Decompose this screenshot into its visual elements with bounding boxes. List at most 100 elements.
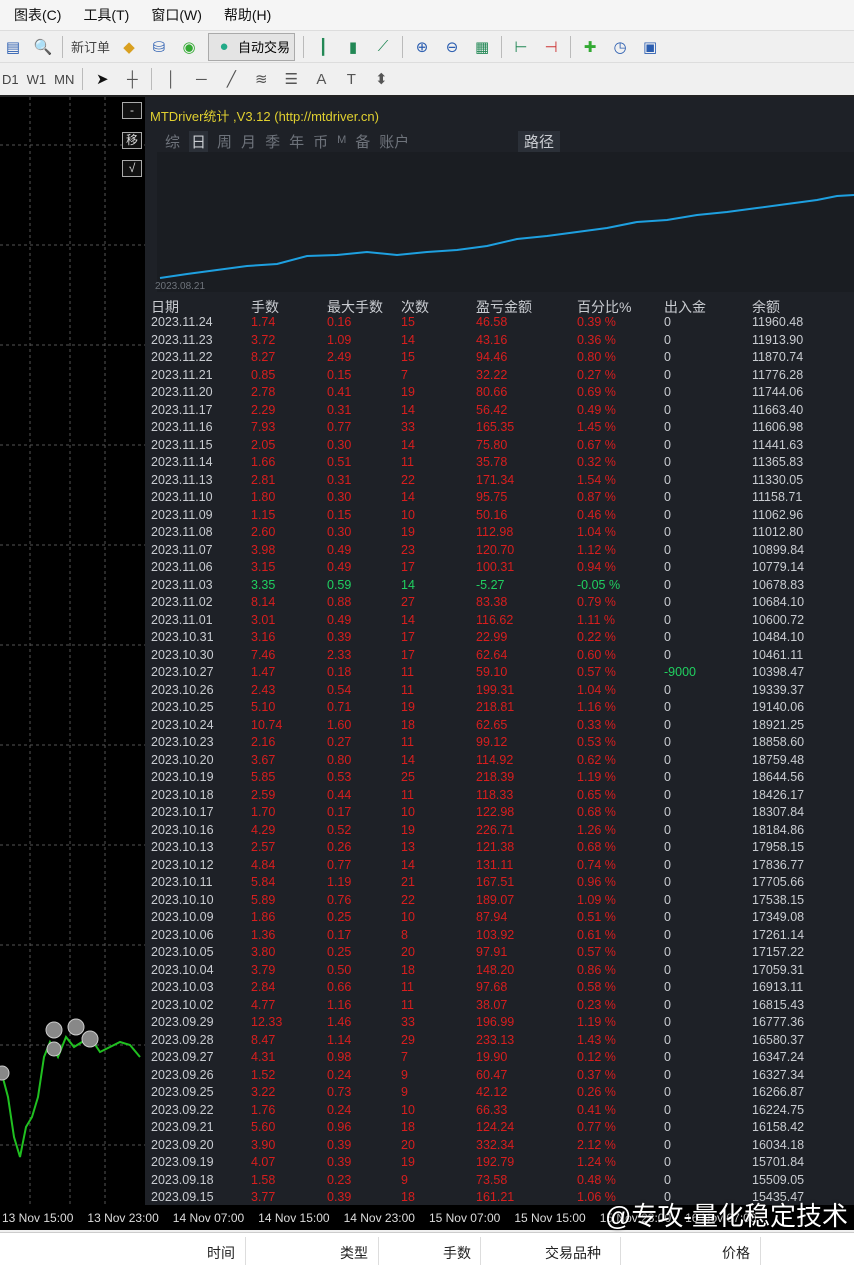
chart-shift-icon[interactable]: ⊢	[510, 36, 532, 58]
minimize-button[interactable]: -	[122, 102, 142, 119]
horizontal-line-icon[interactable]: ─	[190, 68, 212, 90]
col-symbol[interactable]: 交易品种	[545, 1243, 601, 1263]
text-icon[interactable]: A	[310, 68, 332, 90]
cell-profit: 46.58	[476, 315, 508, 329]
cell-lots: 3.15	[251, 560, 276, 574]
col-time[interactable]: 时间	[207, 1243, 235, 1263]
tile-windows-icon[interactable]: ▦	[471, 36, 493, 58]
cell-balance: 11744.06	[752, 385, 804, 399]
time-axis-label: 15 Nov 07:00	[428, 1210, 501, 1225]
cell-percent: 0.67 %	[577, 437, 616, 452]
window-icon[interactable]: ▤	[2, 36, 24, 58]
cell-percent: 0.39 %	[577, 315, 616, 329]
move-button[interactable]: 移	[122, 132, 142, 149]
tab-daily[interactable]: 日	[189, 131, 209, 152]
cell-count: 10	[401, 910, 415, 924]
database-icon[interactable]: ⛁	[148, 36, 170, 58]
cell-count: 19	[401, 700, 415, 714]
cell-percent: 0.79 %	[577, 595, 616, 609]
cell-balance: 11330.05	[752, 472, 804, 487]
trendline-icon[interactable]: ╱	[220, 68, 242, 90]
zoom-out-icon[interactable]: ⊖	[441, 36, 463, 58]
vertical-line-icon[interactable]: │	[160, 68, 182, 90]
bar-chart-icon[interactable]: ┃	[312, 36, 334, 58]
tab-overview[interactable]: 综	[165, 131, 180, 152]
templates-icon[interactable]: ▣	[639, 36, 661, 58]
col-lots[interactable]: 手数	[443, 1243, 471, 1263]
candlestick-icon[interactable]: ▮	[342, 36, 364, 58]
cell-percent: 0.48 %	[577, 1172, 616, 1187]
fibonacci-icon[interactable]: ☰	[280, 68, 302, 90]
cell-balance: 16580.37	[752, 1032, 805, 1047]
text-label-icon[interactable]: T	[340, 68, 362, 90]
tab-quarterly[interactable]: 季	[265, 131, 280, 152]
cell-profit: 83.38	[476, 595, 508, 609]
timeframe-d1[interactable]: D1	[2, 72, 19, 87]
new-order-button[interactable]: 新订单	[71, 37, 110, 56]
tab-yearly[interactable]: 年	[289, 131, 304, 152]
table-row: 2023.10.02 4.77 1.16 11 38.07 0.23 % 0 16815.43	[145, 998, 854, 1016]
fibonacci-fan-icon[interactable]: ≋	[250, 68, 272, 90]
indicators-icon[interactable]: ✚	[579, 36, 601, 58]
price-chart[interactable]: - 移 √	[0, 97, 145, 1205]
signal-icon[interactable]: ◉	[178, 36, 200, 58]
timeframe-w1[interactable]: W1	[27, 72, 47, 87]
check-button[interactable]: √	[122, 160, 142, 177]
table-row: 2023.10.03 2.84 0.66 11 97.68 0.58 % 0 16913.11	[145, 980, 854, 998]
auto-trade-button[interactable]: ● 自动交易	[208, 32, 296, 61]
cell-count: 25	[401, 770, 415, 784]
cell-date: 2023.10.17	[151, 805, 214, 819]
tab-route[interactable]: 路径	[518, 131, 561, 152]
cell-deposit: 0	[664, 455, 671, 469]
menu-help[interactable]: 帮助(H)	[224, 5, 271, 25]
cell-date: 2023.11.02	[151, 595, 213, 609]
menu-chart[interactable]: 图表(C)	[14, 5, 61, 25]
header-deposit: 出入金	[664, 299, 706, 315]
cell-deposit: 0	[664, 525, 671, 539]
cell-balance: 11158.71	[752, 490, 803, 504]
cell-balance: 18921.25	[752, 717, 805, 732]
cell-profit: 22.99	[476, 630, 508, 644]
cell-count: 19	[401, 525, 415, 539]
cell-count: 14	[401, 490, 415, 504]
col-type[interactable]: 类型	[340, 1243, 368, 1263]
cell-max-lots: 2.33	[327, 647, 352, 662]
arrows-icon[interactable]: ⬍	[370, 68, 392, 90]
cell-date: 2023.11.06	[151, 560, 213, 574]
line-chart-icon[interactable]: ⟋	[372, 36, 394, 58]
zoom-chart-icon[interactable]: 🔍	[32, 36, 54, 58]
zoom-in-icon[interactable]: ⊕	[411, 36, 433, 58]
cell-count: 22	[401, 472, 415, 487]
cell-balance: 11663.40	[752, 402, 804, 417]
tab-m[interactable]: M	[337, 131, 346, 152]
period-tabs: 综 日 周 月 季 年 币 M 备 账户	[165, 131, 409, 152]
tab-account[interactable]: 账户	[379, 131, 409, 152]
gold-icon[interactable]: ◆	[118, 36, 140, 58]
cell-lots: 3.98	[251, 542, 276, 557]
cell-date: 2023.10.16	[151, 822, 214, 837]
cell-max-lots: 0.39	[327, 1155, 352, 1169]
cell-balance: 17705.66	[752, 875, 805, 889]
timeframe-mn[interactable]: MN	[54, 72, 74, 87]
time-axis-label: 13 Nov 15:00	[2, 1210, 74, 1225]
tab-monthly[interactable]: 月	[241, 131, 256, 152]
cell-balance: 19339.37	[752, 682, 805, 697]
cell-count: 17	[401, 560, 415, 574]
cell-balance: 18307.84	[752, 805, 805, 819]
cell-count: 10	[401, 805, 415, 819]
cursor-icon[interactable]: ➤	[91, 68, 113, 90]
menu-window[interactable]: 窗口(W)	[151, 5, 202, 25]
col-price[interactable]: 价格	[722, 1243, 750, 1263]
menu-tools[interactable]: 工具(T)	[83, 5, 129, 25]
autoscroll-icon[interactable]: ⊣	[540, 36, 562, 58]
table-row: 2023.10.04 3.79 0.50 18 148.20 0.86 % 0 17059.3…	[145, 963, 854, 981]
crosshair-icon[interactable]: ┼	[121, 68, 143, 90]
separator	[570, 35, 572, 58]
cell-max-lots: 0.76	[327, 892, 352, 907]
table-row: 2023.10.20 3.67 0.80 14 114.92 0.62 % 0 18759.4…	[145, 753, 854, 771]
tab-weekly[interactable]: 周	[217, 131, 232, 152]
mtdriver-stats-panel: MTDriver统计 ,V3.12 (http://mtdriver.cn) 综…	[145, 97, 854, 1205]
tab-notes[interactable]: 备	[355, 131, 370, 152]
tab-currency[interactable]: 币	[313, 131, 328, 152]
periods-icon[interactable]: ◷	[609, 36, 631, 58]
